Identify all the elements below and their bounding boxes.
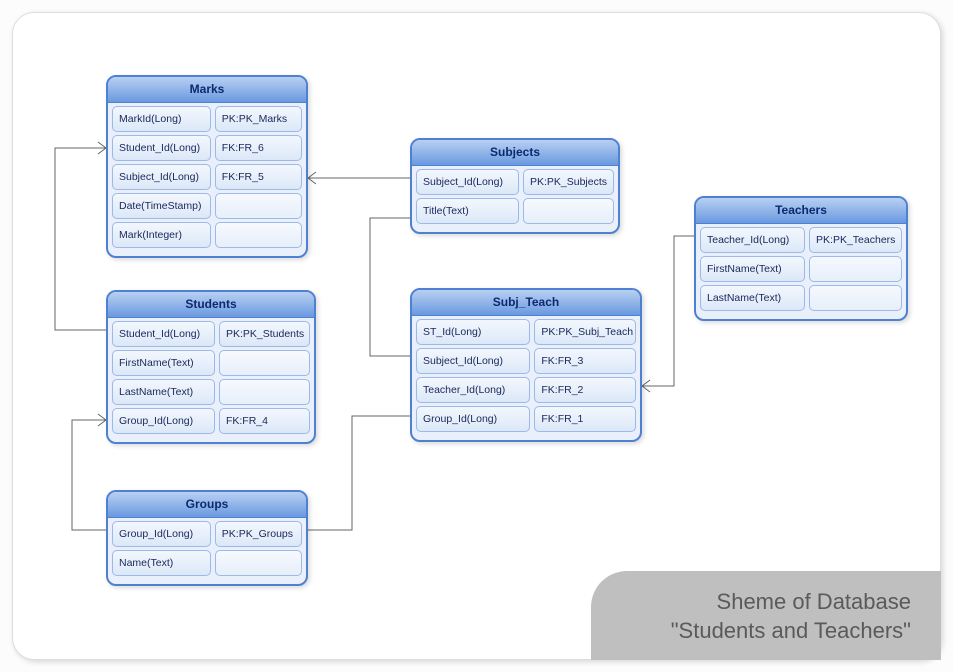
field-label: Subject_Id(Long) — [416, 169, 519, 195]
table-row: Subject_Id(Long)FK:FR_3 — [416, 348, 636, 374]
key-label: FK:FR_3 — [534, 348, 635, 374]
entity-groups-title: Groups — [108, 492, 306, 518]
diagram-caption: Sheme of Database "Students and Teachers… — [591, 571, 941, 660]
entity-subjects-title: Subjects — [412, 140, 618, 166]
caption-line2: "Students and Teachers" — [671, 616, 911, 646]
key-label: PK:PK_Teachers — [809, 227, 902, 253]
key-label — [215, 550, 302, 576]
field-label: LastName(Text) — [700, 285, 805, 311]
table-row: FirstName(Text) — [112, 350, 310, 376]
table-row: Mark(Integer) — [112, 222, 302, 248]
field-label: Mark(Integer) — [112, 222, 211, 248]
key-label — [215, 222, 302, 248]
key-label: PK:PK_Marks — [215, 106, 302, 132]
entity-teachers[interactable]: Teachers Teacher_Id(Long)PK:PK_Teachers … — [694, 196, 908, 321]
entity-subj-teach-title: Subj_Teach — [412, 290, 640, 316]
table-row: LastName(Text) — [112, 379, 310, 405]
key-label: FK:FR_2 — [534, 377, 635, 403]
key-label: FK:FR_4 — [219, 408, 310, 434]
key-label — [219, 350, 310, 376]
key-label: FK:FR_1 — [534, 406, 635, 432]
table-row: Date(TimeStamp) — [112, 193, 302, 219]
key-label: PK:PK_Subj_Teach — [534, 319, 635, 345]
field-label: Group_Id(Long) — [416, 406, 530, 432]
field-label: LastName(Text) — [112, 379, 215, 405]
entity-marks-title: Marks — [108, 77, 306, 103]
field-label: FirstName(Text) — [112, 350, 215, 376]
table-row: FirstName(Text) — [700, 256, 902, 282]
key-label — [809, 256, 902, 282]
table-row: Teacher_Id(Long)PK:PK_Teachers — [700, 227, 902, 253]
field-label: Student_Id(Long) — [112, 135, 211, 161]
key-label: PK:PK_Students — [219, 321, 310, 347]
table-row: ST_Id(Long)PK:PK_Subj_Teach — [416, 319, 636, 345]
entity-teachers-title: Teachers — [696, 198, 906, 224]
key-label — [523, 198, 614, 224]
entity-marks[interactable]: Marks MarkId(Long)PK:PK_Marks Student_Id… — [106, 75, 308, 258]
key-label: PK:PK_Subjects — [523, 169, 614, 195]
table-row: Group_Id(Long)FK:FR_4 — [112, 408, 310, 434]
entity-subj-teach[interactable]: Subj_Teach ST_Id(Long)PK:PK_Subj_Teach S… — [410, 288, 642, 442]
table-row: MarkId(Long)PK:PK_Marks — [112, 106, 302, 132]
key-label: FK:FR_5 — [215, 164, 302, 190]
field-label: ST_Id(Long) — [416, 319, 530, 345]
key-label: FK:FR_6 — [215, 135, 302, 161]
field-label: Group_Id(Long) — [112, 408, 215, 434]
table-row: Student_Id(Long)PK:PK_Students — [112, 321, 310, 347]
key-label — [215, 193, 302, 219]
entity-subjects[interactable]: Subjects Subject_Id(Long)PK:PK_Subjects … — [410, 138, 620, 234]
table-row: Student_Id(Long)FK:FR_6 — [112, 135, 302, 161]
field-label: FirstName(Text) — [700, 256, 805, 282]
table-row: Group_Id(Long)PK:PK_Groups — [112, 521, 302, 547]
caption-line1: Sheme of Database — [671, 587, 911, 617]
field-label: Date(TimeStamp) — [112, 193, 211, 219]
table-row: Subject_Id(Long)FK:FR_5 — [112, 164, 302, 190]
field-label: Student_Id(Long) — [112, 321, 215, 347]
table-row: Subject_Id(Long)PK:PK_Subjects — [416, 169, 614, 195]
entity-groups[interactable]: Groups Group_Id(Long)PK:PK_Groups Name(T… — [106, 490, 308, 586]
key-label — [809, 285, 902, 311]
field-label: Teacher_Id(Long) — [416, 377, 530, 403]
key-label — [219, 379, 310, 405]
table-row: Title(Text) — [416, 198, 614, 224]
field-label: Name(Text) — [112, 550, 211, 576]
field-label: MarkId(Long) — [112, 106, 211, 132]
table-row: LastName(Text) — [700, 285, 902, 311]
entity-students[interactable]: Students Student_Id(Long)PK:PK_Students … — [106, 290, 316, 444]
field-label: Subject_Id(Long) — [112, 164, 211, 190]
field-label: Teacher_Id(Long) — [700, 227, 805, 253]
field-label: Subject_Id(Long) — [416, 348, 530, 374]
table-row: Name(Text) — [112, 550, 302, 576]
field-label: Group_Id(Long) — [112, 521, 211, 547]
key-label: PK:PK_Groups — [215, 521, 302, 547]
entity-students-title: Students — [108, 292, 314, 318]
field-label: Title(Text) — [416, 198, 519, 224]
table-row: Group_Id(Long)FK:FR_1 — [416, 406, 636, 432]
table-row: Teacher_Id(Long)FK:FR_2 — [416, 377, 636, 403]
